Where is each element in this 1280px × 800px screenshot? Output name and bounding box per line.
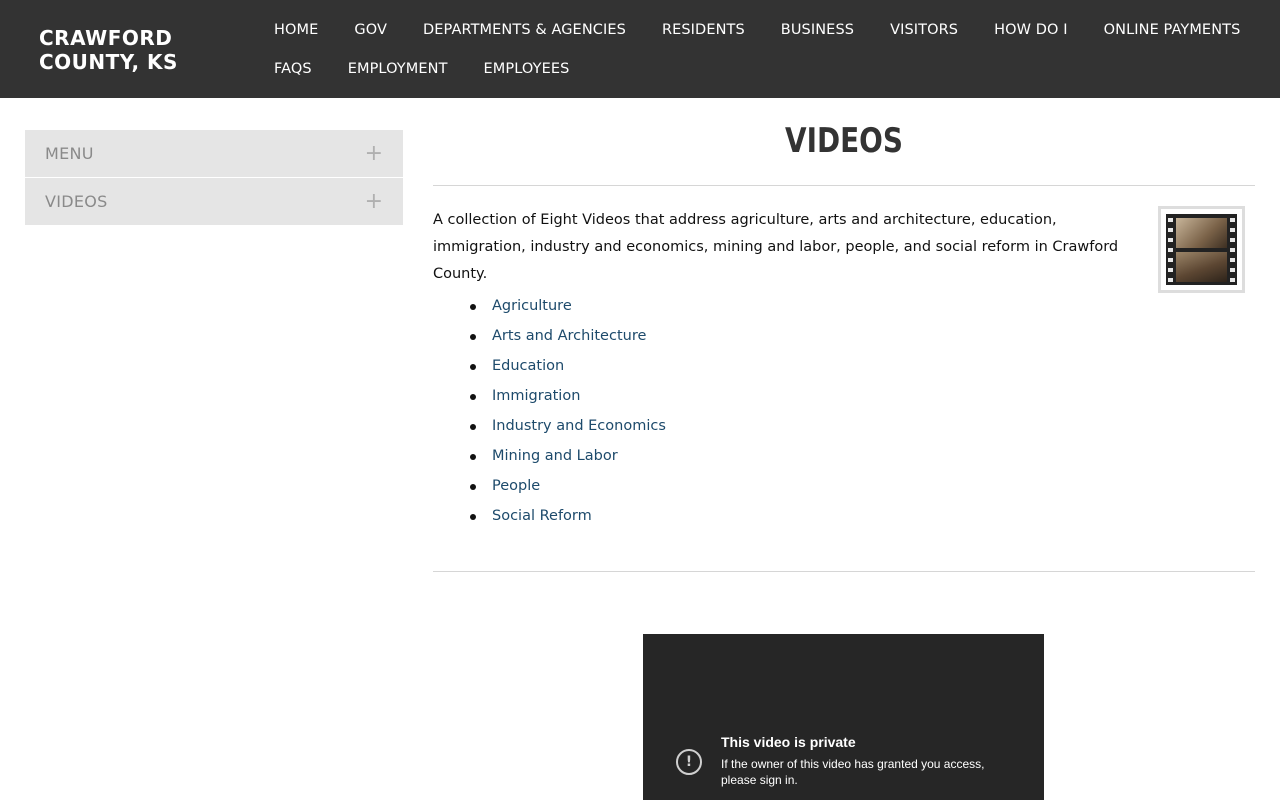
sidebar-item-videos[interactable]: Videos + <box>25 178 403 225</box>
film-perforation <box>1230 278 1235 282</box>
nav-row-2: FAQs Employment Employees <box>256 49 1266 88</box>
site-title[interactable]: Crawford County, KS <box>39 26 239 74</box>
nav-item-online-payments[interactable]: Online Payments <box>1086 22 1259 38</box>
main-content: Videos A collection of Eight Videos that… <box>433 112 1255 572</box>
film-perforation <box>1168 218 1173 222</box>
nav-item-faqs[interactable]: FAQs <box>256 61 330 77</box>
plus-icon[interactable]: + <box>365 142 383 165</box>
nav-row-1: Home Gov Departments & Agencies Resident… <box>256 10 1266 49</box>
film-perforation <box>1168 248 1173 252</box>
film-perforation <box>1230 268 1235 272</box>
link-arts-and-architecture[interactable]: Arts and Architecture <box>492 328 646 344</box>
divider <box>433 185 1255 186</box>
film-strip-icon <box>1158 206 1245 293</box>
link-people[interactable]: People <box>492 478 540 494</box>
film-perforation <box>1168 238 1173 242</box>
link-social-reform[interactable]: Social Reform <box>492 508 592 524</box>
film-perforation <box>1168 228 1173 232</box>
site-header: Crawford County, KS Home Gov Departments… <box>0 0 1280 98</box>
sidebar-item-menu[interactable]: Menu + <box>25 130 403 177</box>
list-item: Education <box>470 351 1255 381</box>
film-perforation <box>1168 258 1173 262</box>
list-item: Arts and Architecture <box>470 321 1255 351</box>
nav-item-business[interactable]: Business <box>763 22 872 38</box>
list-item: Agriculture <box>470 291 1255 321</box>
link-mining-and-labor[interactable]: Mining and Labor <box>492 448 618 464</box>
film-perforation <box>1230 238 1235 242</box>
nav-item-visitors[interactable]: Visitors <box>872 22 976 38</box>
link-industry-and-economics[interactable]: Industry and Economics <box>492 418 666 434</box>
film-perforation <box>1230 218 1235 222</box>
list-item: People <box>470 471 1255 501</box>
nav-item-departments[interactable]: Departments & Agencies <box>405 22 644 38</box>
film-perforation <box>1230 258 1235 262</box>
list-item: Social Reform <box>470 501 1255 531</box>
nav-item-home[interactable]: Home <box>256 22 336 38</box>
link-immigration[interactable]: Immigration <box>492 388 580 404</box>
film-strip-image <box>1166 214 1237 285</box>
divider <box>433 571 1255 572</box>
sidebar-item-label: Menu <box>45 144 94 163</box>
film-frame <box>1176 252 1227 282</box>
link-agriculture[interactable]: Agriculture <box>492 298 572 314</box>
video-error-message: If the owner of this video has granted y… <box>721 757 985 787</box>
video-error-title: This video is private <box>721 734 856 750</box>
list-item: Industry and Economics <box>470 411 1255 441</box>
film-perforation <box>1230 228 1235 232</box>
sidebar-item-label: Videos <box>45 192 108 211</box>
video-topic-list: Agriculture Arts and Architecture Educat… <box>433 291 1255 531</box>
nav-item-employment[interactable]: Employment <box>330 61 466 77</box>
intro-section: A collection of Eight Videos that addres… <box>433 206 1255 293</box>
alert-circle-icon: ! <box>676 749 702 775</box>
film-perforation <box>1168 268 1173 272</box>
nav-item-how-do-i[interactable]: How Do I <box>976 22 1086 38</box>
nav-item-employees[interactable]: Employees <box>466 61 588 77</box>
link-education[interactable]: Education <box>492 358 564 374</box>
video-player[interactable]: ! This video is private If the owner of … <box>643 634 1044 800</box>
list-item: Mining and Labor <box>470 441 1255 471</box>
nav-item-gov[interactable]: Gov <box>336 22 405 38</box>
main-nav: Home Gov Departments & Agencies Resident… <box>256 10 1266 88</box>
nav-item-residents[interactable]: Residents <box>644 22 763 38</box>
page-title: Videos <box>785 121 903 161</box>
film-frame <box>1176 218 1227 248</box>
sidebar: Menu + Videos + <box>25 130 403 226</box>
plus-icon[interactable]: + <box>365 190 383 213</box>
list-item: Immigration <box>470 381 1255 411</box>
intro-text: A collection of Eight Videos that addres… <box>433 212 1119 282</box>
film-perforation <box>1230 248 1235 252</box>
film-perforation <box>1168 278 1173 282</box>
